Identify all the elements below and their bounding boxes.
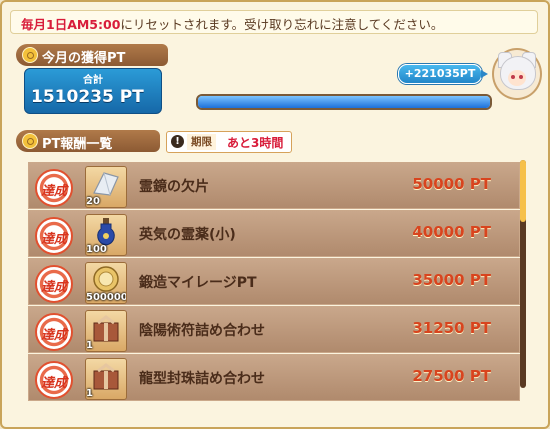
reset-time: 毎月1日AM5:00 xyxy=(21,17,121,32)
total-pt-value: 1510235 PT xyxy=(31,87,144,107)
reward-pt: 27500 PT xyxy=(412,367,491,385)
mirror-shard-icon[interactable]: 20 xyxy=(85,166,127,208)
rewards-title: PT報酬一覧 xyxy=(42,137,113,152)
warning-icon: ! xyxy=(171,135,184,148)
achieved-stamp: 達成 xyxy=(35,169,73,207)
gift-box-icon[interactable]: 1 xyxy=(85,358,127,400)
reward-name: 龍型封珠詰め合わせ xyxy=(139,371,265,387)
pt-progress-bar xyxy=(196,94,492,110)
coin-icon[interactable]: 500000 xyxy=(85,262,127,304)
reward-pt: 31250 PT xyxy=(412,319,491,337)
item-quantity: 100 xyxy=(86,244,107,255)
item-quantity: 500000 xyxy=(86,292,127,303)
achieved-stamp: 達成 xyxy=(35,217,73,255)
monthly-pt-title: 今月の獲得PT xyxy=(42,51,126,66)
scrollbar-thumb[interactable] xyxy=(520,160,526,222)
coin-bullet-icon xyxy=(22,47,38,63)
gift-box-icon[interactable]: 1 xyxy=(85,310,127,352)
period-label: 期限 xyxy=(187,134,216,150)
reward-row[interactable]: 達成 1 陰陽術符詰め合わせ 31250 PT xyxy=(28,306,520,353)
achieved-stamp: 達成 xyxy=(35,361,73,399)
achieved-stamp: 達成 xyxy=(35,265,73,303)
reward-pt: 50000 PT xyxy=(412,175,491,193)
rewards-header: PT報酬一覧 xyxy=(16,130,160,152)
reward-row[interactable]: 達成 100 英気の霊薬(小) 40000 PT xyxy=(28,210,520,257)
list-scrollbar[interactable] xyxy=(520,160,526,388)
item-quantity: 1 xyxy=(86,388,93,399)
monthly-pt-header: 今月の獲得PT xyxy=(16,44,168,66)
period-tag: ! 期限 あと3時間 xyxy=(166,131,292,153)
reset-notice: 毎月1日AM5:00にリセットされます。受け取り忘れに注意してください。 xyxy=(10,10,538,34)
reset-notice-text: にリセットされます。受け取り忘れに注意してください。 xyxy=(120,17,444,32)
gain-badge: +221035PT xyxy=(398,64,488,84)
item-quantity: 20 xyxy=(86,196,100,207)
reward-name: 陰陽術符詰め合わせ xyxy=(139,323,265,339)
achieved-stamp: 達成 xyxy=(35,313,73,351)
reward-name: 英気の霊薬(小) xyxy=(139,227,236,243)
coin-bullet-icon xyxy=(22,133,38,149)
item-quantity: 1 xyxy=(86,340,93,351)
period-value: あと3時間 xyxy=(227,136,284,150)
mascot-avatar-icon xyxy=(492,48,542,100)
total-caption: 合計 xyxy=(83,75,103,86)
reward-row[interactable]: 達成 1 龍型封珠詰め合わせ 27500 PT xyxy=(28,354,520,401)
reward-pt: 35000 PT xyxy=(412,271,491,289)
total-pt-card: 合計 1510235 PT xyxy=(24,68,162,114)
reward-row[interactable]: 達成 20 霊鏡の欠片 50000 PT xyxy=(28,162,520,209)
reward-panel: 毎月1日AM5:00にリセットされます。受け取り忘れに注意してください。 今月の… xyxy=(0,0,550,429)
reward-row[interactable]: 達成 500000 鍛造マイレージPT 35000 PT xyxy=(28,258,520,305)
reward-pt: 40000 PT xyxy=(412,223,491,241)
reward-name: 霊鏡の欠片 xyxy=(139,179,209,195)
reward-name: 鍛造マイレージPT xyxy=(139,275,257,291)
pt-progress-fill xyxy=(198,96,490,108)
reward-list[interactable]: 達成 20 霊鏡の欠片 50000 PT 達成 100 英気の霊薬(小) 400… xyxy=(28,158,528,412)
potion-bottle-icon[interactable]: 100 xyxy=(85,214,127,256)
